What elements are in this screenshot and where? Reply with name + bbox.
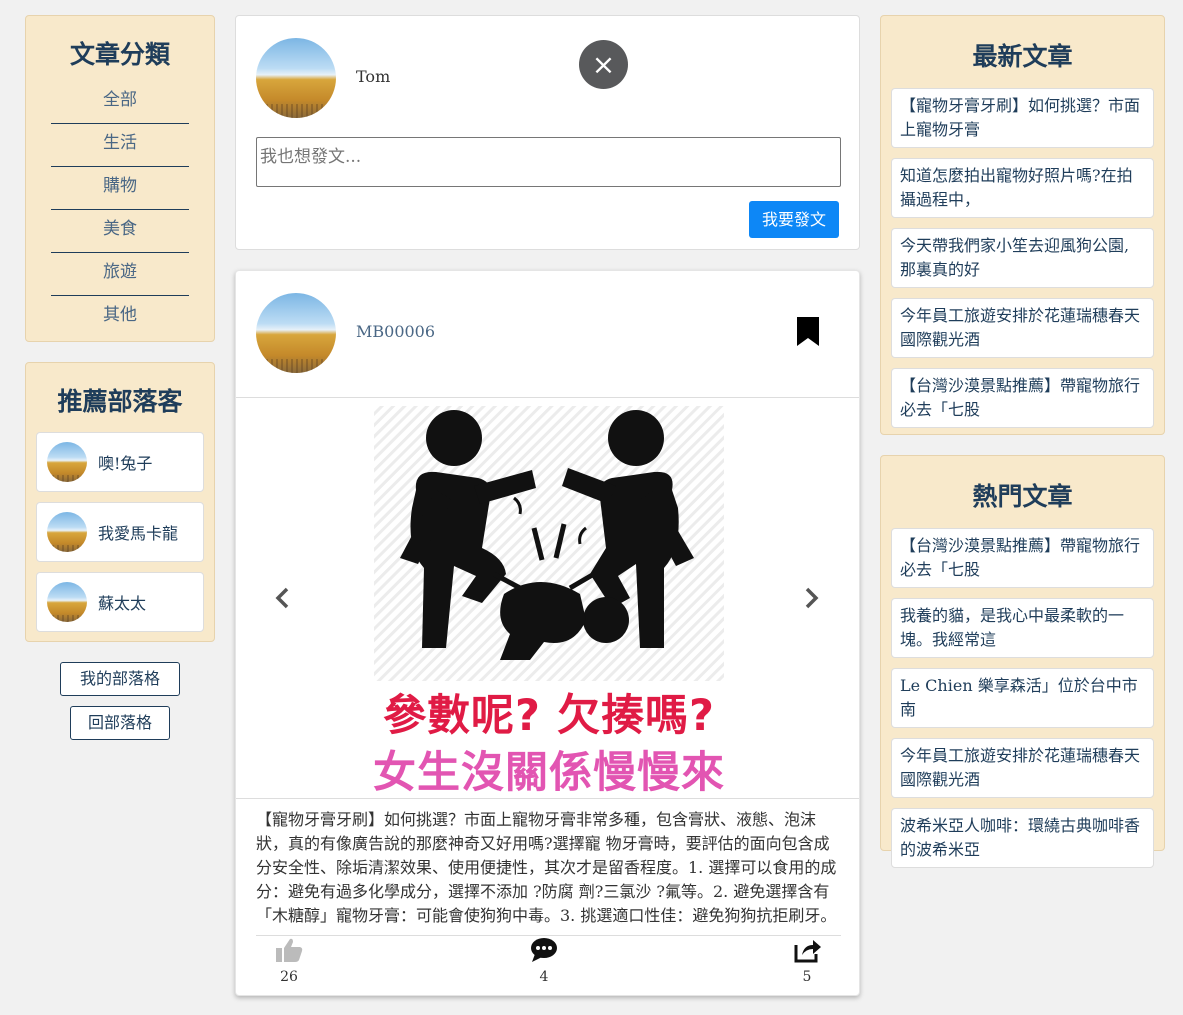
chevron-right-icon[interactable] [804,586,820,610]
hot-articles-panel: 熱門文章 【台灣沙漠景點推薦】帶寵物旅行必去「七股 我養的貓，是我心中最柔軟的一… [880,455,1165,868]
latest-articles-panel: 最新文章 【寵物牙膏牙刷】如何挑選？市面上寵物牙膏 知道怎麼拍出寵物好照片嗎?在… [880,15,1165,435]
blogger-panel: 推薦部落客 噢!兔子 我愛馬卡龍 蘇太太 [25,362,215,642]
share-icon [794,940,821,963]
article-link[interactable]: 今天帶我們家小笙去迎風狗公園,那裏真的好 [891,228,1154,288]
article-link[interactable]: 【台灣沙漠景點推薦】帶寵物旅行必去「七股 [891,528,1154,588]
blogger-item[interactable]: 蘇太太 [36,572,204,632]
article-link[interactable]: 知道怎麼拍出寵物好照片嗎?在拍攝過程中， [891,158,1154,218]
share-count: 5 [802,969,812,985]
category-travel[interactable]: 旅遊 [51,253,189,296]
divider [256,935,841,936]
article-link[interactable]: 今年員工旅遊安排於花蓮瑞穗春天國際觀光酒 [891,298,1154,358]
comment-count: 4 [539,969,549,985]
category-title: 文章分類 [69,40,170,69]
article-link[interactable]: 【台灣沙漠景點推薦】帶寵物旅行必去「七股 [891,368,1154,428]
close-button[interactable]: × [579,40,628,89]
share-button[interactable]: 5 [777,937,837,985]
fighting-figures-illustration [374,406,724,681]
avatar [47,512,87,552]
avatar [47,582,87,622]
category-shopping[interactable]: 購物 [51,167,189,210]
latest-title: 最新文章 [972,42,1073,71]
chevron-left-icon[interactable] [274,586,290,610]
category-food[interactable]: 美食 [51,210,189,253]
my-blog-button[interactable]: 我的部落格 [60,662,180,696]
compose-input[interactable] [256,137,841,187]
article-link[interactable]: 波希米亞人咖啡：環繞古典咖啡香的波希米亞 [891,808,1154,868]
avatar [256,38,336,118]
article-link[interactable]: 我養的貓，是我心中最柔軟的一塊。我經常這 [891,598,1154,658]
bookmark-icon[interactable] [796,316,820,347]
category-other[interactable]: 其他 [51,296,189,339]
image-caption-top: 參數呢? 欠揍嗎? [383,691,715,741]
like-button[interactable]: 26 [259,937,319,985]
divider [236,798,859,799]
blogger-name: 我愛馬卡龍 [98,524,179,543]
category-panel: 文章分類 全部 生活 購物 美食 旅遊 其他 [25,15,215,342]
blogger-name: 噢!兔子 [98,454,153,473]
blogger-item[interactable]: 噢!兔子 [36,432,204,492]
blogger-name: 蘇太太 [98,594,147,613]
article-link[interactable]: 今年員工旅遊安排於花蓮瑞穗春天國際觀光酒 [891,738,1154,798]
submit-post-button[interactable]: 我要發文 [749,201,839,238]
comment-button[interactable]: 4 [514,937,574,985]
blogger-item[interactable]: 我愛馬卡龍 [36,502,204,562]
back-to-blog-button[interactable]: 回部落格 [70,706,170,740]
thumbs-up-icon [276,938,303,962]
category-life[interactable]: 生活 [51,124,189,167]
post-body-text: 【寵物牙膏牙刷】如何挑選？市面上寵物牙膏非常多種，包含膏狀、液態、泡沫狀，真的有… [256,810,837,925]
article-link[interactable]: Le Chien 樂享森活」位於台中市南 [891,668,1154,728]
compose-username: Tom [356,67,391,86]
category-all[interactable]: 全部 [51,81,189,124]
avatar [47,442,87,482]
post-image: 參數呢? 欠揍嗎? 女生沒關係慢慢來 [354,398,744,798]
post-username[interactable]: MB00006 [356,322,435,341]
blogger-title: 推薦部落客 [57,387,183,416]
comment-icon [531,938,557,962]
image-caption-bottom: 女生沒關係慢慢來 [373,748,725,798]
like-count: 26 [280,969,298,985]
article-link[interactable]: 【寵物牙膏牙刷】如何挑選？市面上寵物牙膏 [891,88,1154,148]
hot-title: 熱門文章 [972,482,1073,511]
image-carousel: 參數呢? 欠揍嗎? 女生沒關係慢慢來 [236,398,859,798]
compose-card: Tom × 我要發文 [235,15,860,250]
category-list: 全部 生活 購物 美食 旅遊 其他 [26,81,214,339]
avatar[interactable] [256,293,336,373]
post-card: MB00006 參數呢? 欠揍嗎? 女生沒關係慢慢來 【寵物牙膏牙刷】如何挑選？… [235,270,860,996]
